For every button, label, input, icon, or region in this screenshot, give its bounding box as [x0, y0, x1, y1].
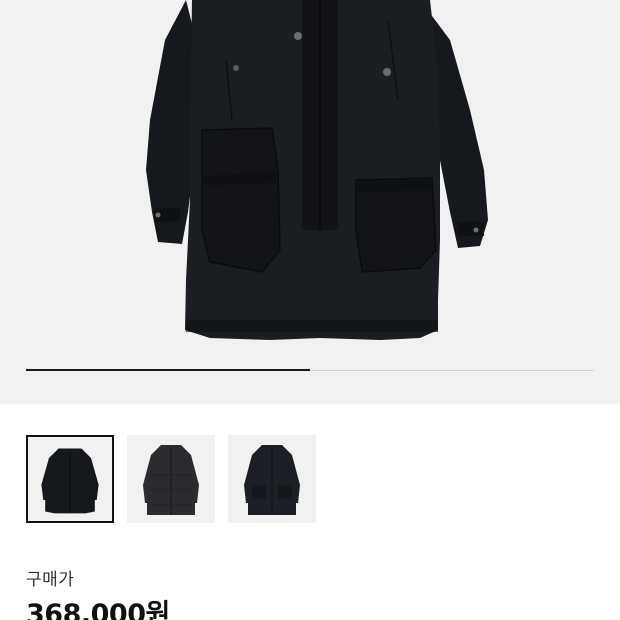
product-detail-page: 구매가 368,000원 [0, 0, 620, 620]
thumbnail-3[interactable] [228, 435, 316, 523]
thumbnail-2[interactable] [127, 435, 215, 523]
coat-main-image [146, 0, 488, 340]
coat-thumbnail-alt-icon [244, 445, 300, 515]
thumbnail-1-selected[interactable] [26, 435, 114, 523]
product-image-viewer[interactable] [0, 0, 620, 404]
price-value: 368,000원 [26, 599, 170, 620]
price-label: 구매가 [26, 570, 75, 590]
thumbnail-strip [26, 435, 316, 523]
image-carousel-progress [26, 369, 594, 371]
coat-thumbnail-quilted-icon [143, 445, 199, 515]
coat-thumbnail-front-icon [41, 448, 99, 514]
image-carousel-progress-fill [26, 369, 310, 371]
